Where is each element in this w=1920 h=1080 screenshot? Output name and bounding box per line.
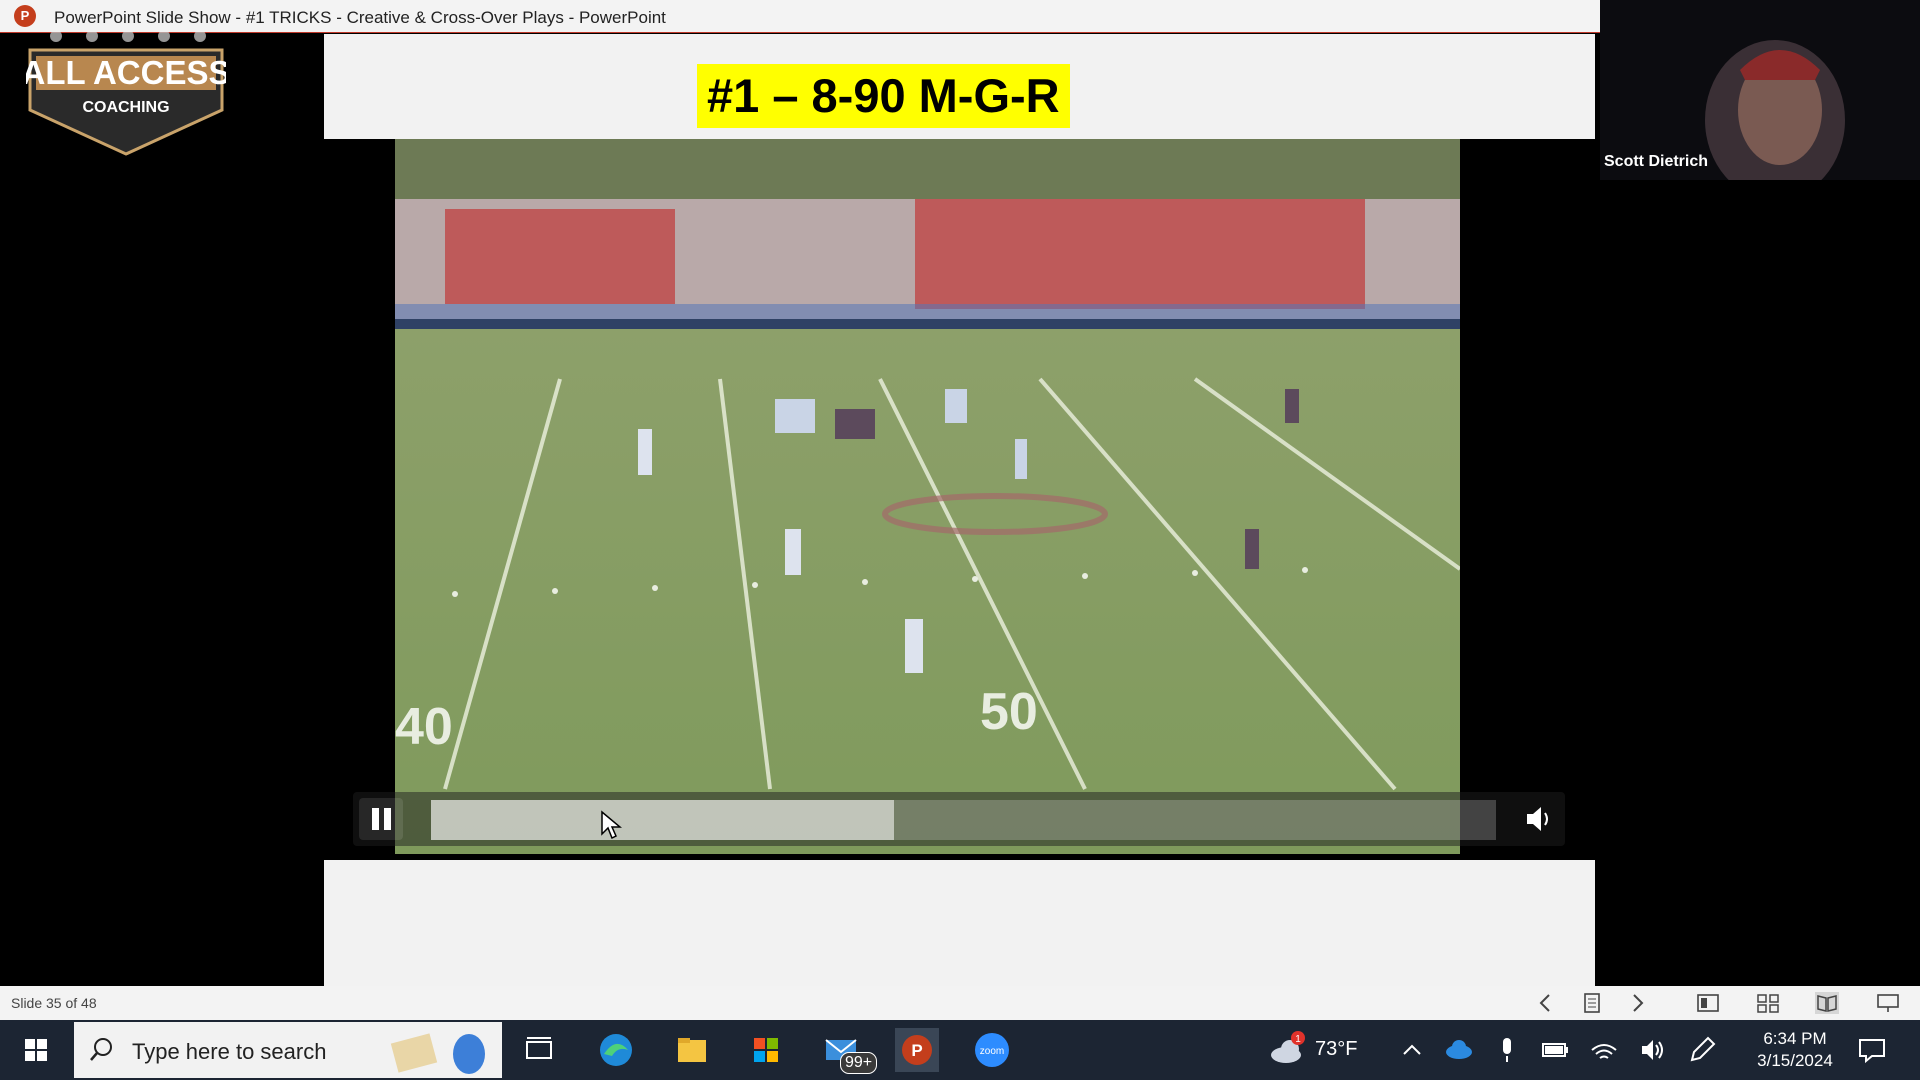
windows-start-icon[interactable] <box>14 1028 58 1072</box>
file-explorer-icon[interactable] <box>670 1028 714 1072</box>
system-clock[interactable]: 6:34 PM 3/15/2024 <box>1740 1028 1850 1072</box>
battery-icon[interactable] <box>1533 1028 1577 1072</box>
football-field-video-frame: 40 50 <box>395 139 1460 854</box>
powerpoint-status-bar: Slide 35 of 48 <box>0 986 1920 1020</box>
zoom-icon[interactable]: zoom <box>970 1028 1014 1072</box>
slide-counter: Slide 35 of 48 <box>11 995 97 1011</box>
participant-name: Scott Dietrich <box>1604 153 1709 170</box>
all-access-coaching-logo: ALL ACCESS COACHING <box>26 32 226 156</box>
wifi-icon[interactable] <box>1582 1028 1626 1072</box>
microphone-icon[interactable] <box>1485 1028 1529 1072</box>
slide-headline: #1 – 8-90 M-G-R <box>697 64 1070 128</box>
slide-sorter-icon[interactable] <box>1756 992 1780 1014</box>
search-placeholder: Type here to search <box>132 1039 327 1064</box>
zoom-icon-label: zoom <box>980 1046 1004 1057</box>
volume-icon[interactable] <box>1630 1028 1674 1072</box>
search-icon <box>90 1038 112 1061</box>
notification-icon[interactable] <box>1850 1028 1894 1072</box>
normal-view-icon[interactable] <box>1696 992 1720 1014</box>
pause-icon-bar <box>384 808 391 830</box>
video-controls-bar <box>353 792 1565 846</box>
powerpoint-icon-letter: P <box>911 1041 922 1060</box>
mouse-cursor-icon <box>601 810 622 840</box>
next-slide-icon[interactable] <box>1626 992 1650 1014</box>
clock-date: 3/15/2024 <box>1757 1051 1833 1070</box>
edge-icon[interactable] <box>594 1028 638 1072</box>
slide-footer-area <box>324 860 1595 986</box>
powerpoint-icon[interactable]: P <box>895 1028 939 1072</box>
store-icon[interactable] <box>744 1028 788 1072</box>
weather-badge: 1 <box>1295 1034 1301 1045</box>
video-progress-fill <box>431 800 895 840</box>
temperature-text: 73°F <box>1315 1038 1358 1060</box>
brand-bottom-text: COACHING <box>82 99 169 116</box>
onedrive-icon[interactable] <box>1437 1028 1481 1072</box>
brand-top-text: ALL ACCESS <box>26 54 226 91</box>
yard-number-50: 50 <box>980 683 1038 741</box>
window-title-bar: P PowerPoint Slide Show - #1 TRICKS - Cr… <box>0 0 1600 33</box>
pause-icon <box>372 808 379 830</box>
powerpoint-logo-icon: P <box>14 5 36 27</box>
search-highlight-illustration-icon <box>390 1033 485 1074</box>
pause-button[interactable] <box>359 798 403 840</box>
taskbar-search-box[interactable]: Type here to search <box>74 1022 502 1078</box>
video-player[interactable]: 40 50 <box>395 139 1460 854</box>
volume-icon[interactable] <box>1517 802 1557 836</box>
task-view-icon[interactable] <box>517 1028 561 1072</box>
video-progress-track[interactable] <box>431 800 1496 840</box>
reading-view-icon[interactable] <box>1815 992 1839 1014</box>
clock-time: 6:34 PM <box>1763 1029 1827 1048</box>
pen-icon[interactable] <box>1680 1028 1724 1072</box>
notes-icon[interactable] <box>1580 992 1604 1014</box>
yard-number-40: 40 <box>395 698 453 756</box>
mail-badge: 99+ <box>840 1052 878 1074</box>
window-title: PowerPoint Slide Show - #1 TRICKS - Crea… <box>54 8 666 27</box>
prev-slide-icon[interactable] <box>1533 992 1557 1014</box>
chevron-up-icon[interactable] <box>1390 1028 1434 1072</box>
weather-icon[interactable]: 1 <box>1266 1028 1310 1072</box>
slideshow-icon[interactable] <box>1876 992 1900 1014</box>
